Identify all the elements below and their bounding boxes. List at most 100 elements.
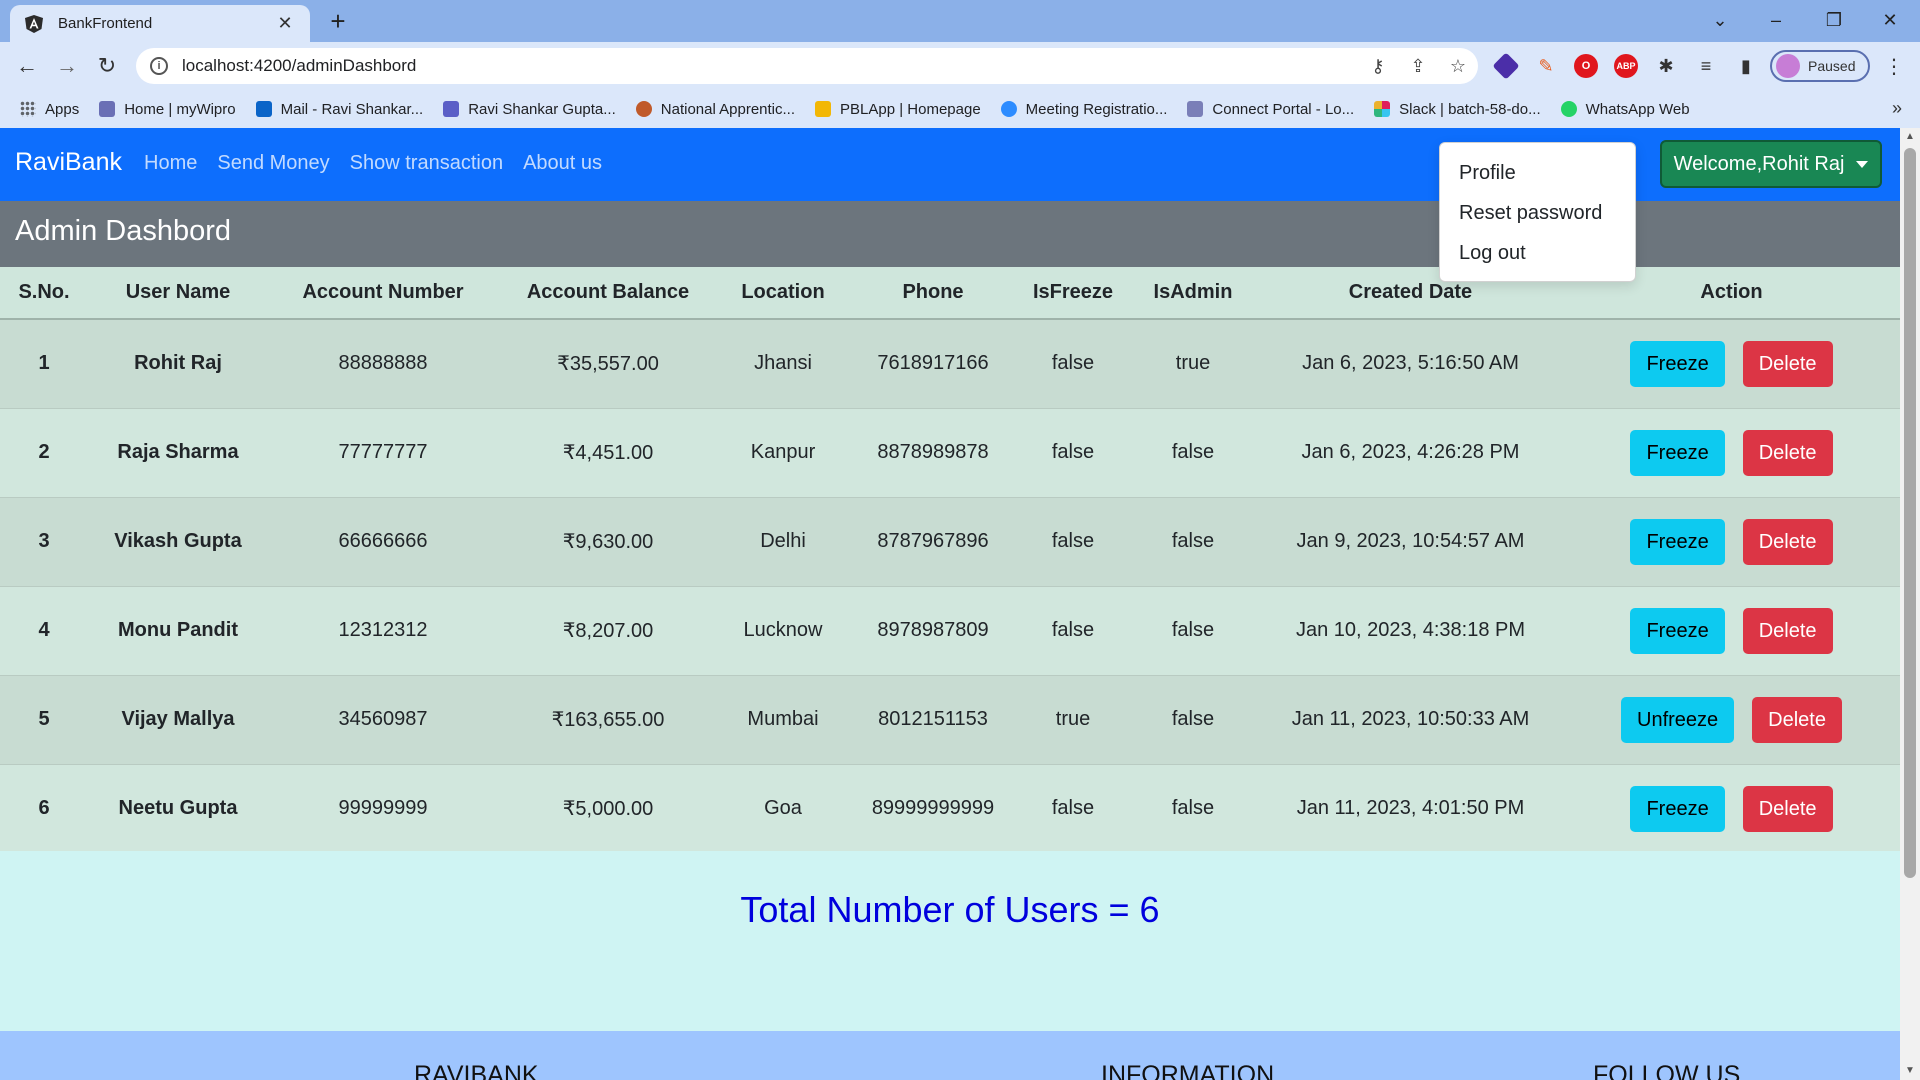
nav-link-show-transaction[interactable]: Show transaction bbox=[350, 152, 503, 175]
reading-list-icon[interactable]: ≡ bbox=[1694, 54, 1718, 78]
total-users-section: Total Number of Users = 6 bbox=[0, 851, 1900, 1031]
close-window-icon[interactable]: ✕ bbox=[1870, 4, 1910, 36]
bookmarks-bar: Apps Home | myWipro Mail - Ravi Shankar.… bbox=[0, 90, 1920, 128]
address-bar[interactable]: i localhost:4200/adminDashbord ⚷ ⇪ ☆ bbox=[136, 48, 1478, 84]
scroll-up-arrow-icon[interactable]: ▲ bbox=[1900, 128, 1920, 146]
bookmark-connect-portal[interactable]: Connect Portal - Lo... bbox=[1187, 101, 1354, 118]
bookmark-label: WhatsApp Web bbox=[1585, 100, 1690, 118]
scroll-down-arrow-icon[interactable]: ▼ bbox=[1900, 1062, 1920, 1080]
cell-user-name: Neetu Gupta bbox=[88, 764, 268, 854]
profile-button[interactable]: Paused bbox=[1770, 50, 1870, 82]
browser-tabstrip: BankFrontend ✕ + ⌄ – ❐ ✕ bbox=[0, 0, 1920, 42]
opera-icon[interactable]: O bbox=[1574, 54, 1598, 78]
cell-is-admin: false bbox=[1128, 497, 1258, 587]
freeze-button[interactable]: Freeze bbox=[1630, 518, 1725, 565]
menu-item-logout[interactable]: Log out bbox=[1440, 241, 1635, 281]
bookmark-mail[interactable]: Mail - Ravi Shankar... bbox=[255, 101, 423, 118]
delete-button[interactable]: Delete bbox=[1742, 785, 1833, 832]
delete-button[interactable]: Delete bbox=[1752, 696, 1842, 743]
freeze-button[interactable]: Freeze bbox=[1630, 340, 1725, 387]
cell-phone: 89999999999 bbox=[848, 764, 1018, 854]
nav-link-home[interactable]: Home bbox=[144, 152, 197, 175]
cell-phone: 8978987809 bbox=[848, 586, 1018, 676]
pblapp-icon bbox=[815, 101, 832, 117]
bookmark-pblapp[interactable]: PBLApp | Homepage bbox=[815, 101, 981, 118]
browser-menu-icon[interactable]: ⋮ bbox=[1884, 54, 1904, 79]
delete-button[interactable]: Delete bbox=[1742, 429, 1833, 476]
menu-item-profile[interactable]: Profile bbox=[1440, 161, 1635, 201]
brand-link[interactable]: RaviBank bbox=[15, 148, 122, 177]
bookmark-meeting[interactable]: Meeting Registratio... bbox=[1000, 101, 1167, 118]
restore-icon[interactable]: ❐ bbox=[1814, 4, 1854, 36]
tab-search-chevron-icon[interactable]: ⌄ bbox=[1700, 4, 1740, 36]
table-row: 1 Rohit Raj 88888888 ₹35,557.00 Jhansi 7… bbox=[0, 319, 1900, 409]
nav-link-about-us[interactable]: About us bbox=[523, 152, 602, 175]
freeze-button[interactable]: Freeze bbox=[1630, 607, 1725, 654]
cell-actions: Freeze Delete bbox=[1563, 497, 1900, 587]
new-tab-icon[interactable]: + bbox=[324, 6, 352, 36]
key-icon[interactable]: ⚷ bbox=[1358, 56, 1398, 77]
cell-sno: 1 bbox=[0, 319, 88, 409]
cell-user-name: Vijay Mallya bbox=[88, 675, 268, 765]
more-bookmarks-icon[interactable]: » bbox=[1892, 98, 1902, 119]
reload-icon[interactable]: ↻ bbox=[92, 52, 122, 80]
url-text[interactable]: localhost:4200/adminDashbord bbox=[182, 56, 1358, 76]
cell-user-name: Raja Sharma bbox=[88, 408, 268, 498]
bookmark-teams[interactable]: Ravi Shankar Gupta... bbox=[443, 101, 616, 118]
cell-is-freeze: false bbox=[1018, 586, 1128, 676]
cell-phone: 8787967896 bbox=[848, 497, 1018, 587]
menu-item-reset-password[interactable]: Reset password bbox=[1440, 201, 1635, 241]
extension-diamond-icon[interactable] bbox=[1492, 52, 1520, 80]
bookmark-label: Connect Portal - Lo... bbox=[1212, 100, 1355, 118]
cell-user-name: Monu Pandit bbox=[88, 586, 268, 676]
column-header: Phone bbox=[848, 267, 1018, 320]
bookmark-whatsapp[interactable]: WhatsApp Web bbox=[1560, 100, 1690, 118]
cell-is-freeze: false bbox=[1018, 764, 1128, 854]
bookmark-slack[interactable]: Slack | batch-58-do... bbox=[1374, 101, 1541, 118]
bookmark-mywipro[interactable]: Home | myWipro bbox=[99, 101, 236, 118]
whatsapp-icon bbox=[1560, 101, 1577, 117]
side-panel-icon[interactable]: ▮ bbox=[1734, 54, 1758, 78]
delete-button[interactable]: Delete bbox=[1742, 518, 1833, 565]
extensions-puzzle-icon[interactable]: ✱ bbox=[1654, 54, 1678, 78]
star-icon[interactable]: ☆ bbox=[1438, 56, 1478, 77]
column-header: IsAdmin bbox=[1128, 267, 1258, 320]
site-info-icon[interactable]: i bbox=[150, 57, 168, 75]
cell-created-date: Jan 6, 2023, 4:26:28 PM bbox=[1258, 408, 1563, 498]
welcome-dropdown-button[interactable]: Welcome,Rohit Raj bbox=[1660, 140, 1882, 188]
cell-balance: ₹4,451.00 bbox=[498, 408, 718, 498]
page-scrollbar[interactable]: ▲ ▼ bbox=[1900, 128, 1920, 1080]
extension-pen-icon[interactable]: ✎ bbox=[1534, 54, 1558, 78]
cell-actions: Freeze Delete bbox=[1563, 319, 1900, 409]
unfreeze-button[interactable]: Unfreeze bbox=[1621, 696, 1735, 743]
freeze-button[interactable]: Freeze bbox=[1630, 785, 1725, 832]
column-header: Account Balance bbox=[498, 267, 718, 320]
delete-button[interactable]: Delete bbox=[1742, 340, 1833, 387]
nav-link-send-money[interactable]: Send Money bbox=[217, 152, 329, 175]
back-icon[interactable]: ← bbox=[12, 52, 42, 80]
cell-is-freeze: false bbox=[1018, 408, 1128, 498]
freeze-button[interactable]: Freeze bbox=[1630, 429, 1725, 476]
zoom-icon bbox=[1000, 101, 1017, 117]
forward-icon[interactable]: → bbox=[52, 52, 82, 80]
outlook-icon bbox=[255, 101, 272, 117]
column-header: S.No. bbox=[0, 267, 88, 320]
cell-sno: 5 bbox=[0, 675, 88, 765]
column-header: IsFreeze bbox=[1018, 267, 1128, 320]
scroll-thumb[interactable] bbox=[1904, 148, 1916, 878]
cell-created-date: Jan 6, 2023, 5:16:50 AM bbox=[1258, 319, 1563, 409]
profile-status: Paused bbox=[1808, 58, 1856, 74]
cell-created-date: Jan 11, 2023, 4:01:50 PM bbox=[1258, 764, 1563, 854]
table-row: 2 Raja Sharma 77777777 ₹4,451.00 Kanpur … bbox=[0, 408, 1900, 498]
adblock-icon[interactable]: ABP bbox=[1614, 54, 1638, 78]
delete-button[interactable]: Delete bbox=[1742, 607, 1833, 654]
cell-location: Kanpur bbox=[718, 408, 848, 498]
cell-sno: 6 bbox=[0, 764, 88, 854]
bookmark-apprenticeship[interactable]: National Apprentic... bbox=[635, 101, 795, 118]
teams-icon bbox=[443, 101, 460, 117]
close-tab-icon[interactable]: ✕ bbox=[274, 13, 296, 34]
browser-tab[interactable]: BankFrontend ✕ bbox=[10, 5, 310, 42]
minimize-icon[interactable]: – bbox=[1756, 4, 1796, 36]
share-icon[interactable]: ⇪ bbox=[1398, 56, 1438, 77]
bookmark-apps[interactable]: Apps bbox=[20, 101, 79, 118]
